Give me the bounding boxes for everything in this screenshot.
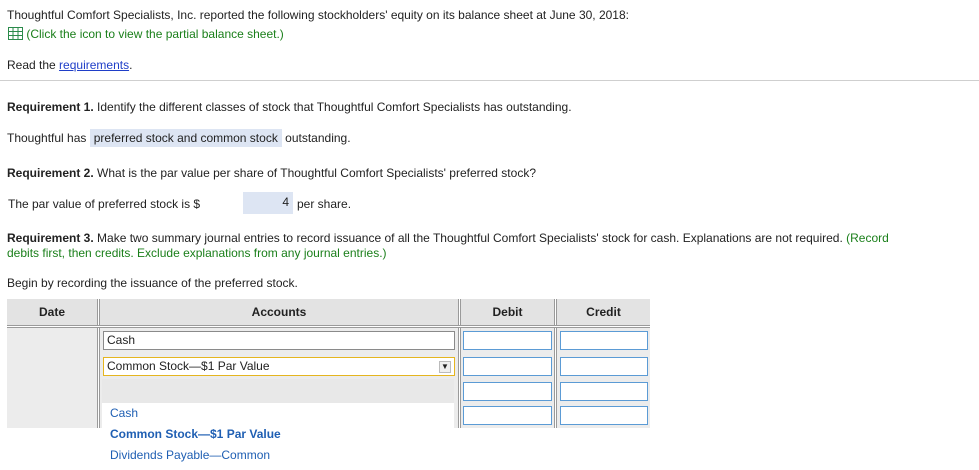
begin-instruction: Begin by recording the issuance of the p… — [7, 276, 298, 290]
answer-1-suffix: outstanding. — [285, 131, 351, 145]
requirement-1: Requirement 1. Identify the different cl… — [7, 100, 572, 114]
dropdown-option-cash[interactable]: Cash — [102, 403, 454, 424]
requirement-1-question: Identify the different classes of stock … — [93, 100, 572, 114]
answer-2-suffix: per share. — [297, 197, 352, 211]
credit-header: Credit — [557, 299, 650, 325]
account-dropdown-menu[interactable]: Cash Common Stock—$1 Par Value Dividends… — [102, 379, 454, 470]
credit-input-row-1[interactable] — [560, 331, 648, 350]
divider — [0, 80, 979, 81]
dropdown-option-dividends-payable[interactable]: Dividends Payable—Common — [102, 445, 454, 466]
dropdown-option-common-stock[interactable]: Common Stock—$1 Par Value — [102, 424, 454, 445]
stock-classes-answer[interactable]: preferred stock and common stock — [89, 129, 282, 147]
requirement-3: Requirement 3. Make two summary journal … — [7, 231, 889, 245]
read-suffix: . — [129, 58, 133, 72]
credit-input-row-3[interactable] — [560, 382, 648, 401]
dropdown-blank-option[interactable] — [102, 379, 454, 403]
read-requirements: Read the requirements. — [7, 58, 132, 72]
header-divider — [7, 325, 650, 328]
par-value-input[interactable]: 4 — [243, 192, 293, 214]
balance-sheet-link-text[interactable]: (Click the icon to view the partial bala… — [26, 27, 283, 41]
debit-input-row-1[interactable] — [463, 331, 552, 350]
account-input-row-1[interactable]: Cash — [103, 331, 455, 350]
account-select-row-2[interactable]: Common Stock—$1 Par Value ▼ — [103, 357, 455, 376]
requirements-link[interactable]: requirements — [59, 58, 129, 72]
debit-input-row-2[interactable] — [463, 357, 552, 376]
debit-header: Debit — [461, 299, 554, 325]
column-divider — [458, 299, 461, 428]
read-prefix: Read the — [7, 58, 60, 72]
date-header: Date — [7, 299, 97, 325]
accounts-header: Accounts — [100, 299, 458, 325]
requirement-2: Requirement 2. What is the par value per… — [7, 166, 536, 180]
requirement-3-instruction-1: (Record — [846, 231, 889, 245]
column-divider — [554, 299, 557, 428]
requirement-3-instruction-2: debits first, then credits. Exclude expl… — [7, 246, 387, 260]
debit-input-row-4[interactable] — [463, 406, 552, 425]
requirement-1-label: Requirement 1. — [7, 100, 94, 114]
requirement-1-answer: Thoughtful has preferred stock and commo… — [7, 129, 351, 147]
requirement-3-question: Make two summary journal entries to reco… — [93, 231, 843, 245]
problem-statement: Thoughtful Comfort Specialists, Inc. rep… — [7, 8, 629, 22]
requirement-3-label: Requirement 3. — [7, 231, 94, 245]
requirement-2-label: Requirement 2. — [7, 166, 94, 180]
credit-input-row-2[interactable] — [560, 357, 648, 376]
credit-input-row-4[interactable] — [560, 406, 648, 425]
answer-1-prefix: Thoughtful has — [7, 131, 87, 145]
answer-2-prefix: The par value of preferred stock is $ — [8, 197, 201, 211]
account-select-value: Common Stock—$1 Par Value — [107, 359, 270, 373]
column-divider — [97, 299, 100, 428]
debit-input-row-3[interactable] — [463, 382, 552, 401]
spreadsheet-icon[interactable] — [8, 27, 23, 40]
dropdown-arrow-icon[interactable]: ▼ — [439, 361, 451, 373]
balance-sheet-link[interactable]: (Click the icon to view the partial bala… — [8, 27, 284, 41]
requirement-2-question: What is the par value per share of Thoug… — [93, 166, 536, 180]
